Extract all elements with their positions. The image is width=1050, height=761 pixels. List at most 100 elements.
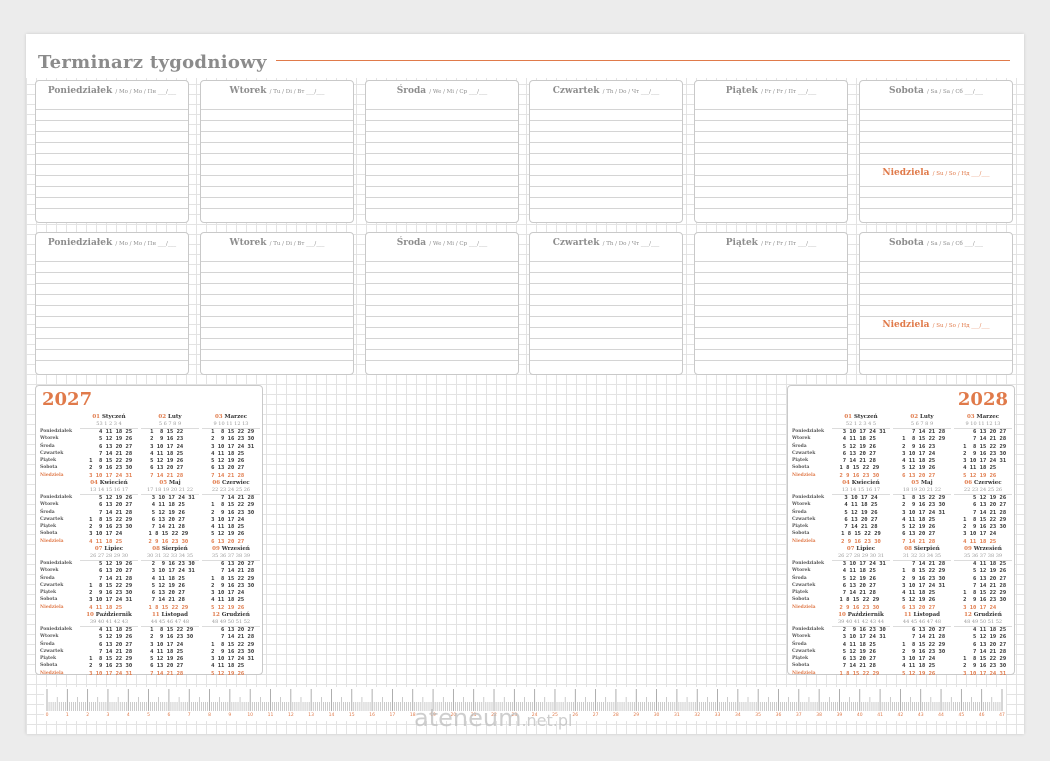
month-number: 10	[838, 612, 846, 618]
day-header: Sobota / Sa / Sa / Сб ___/___	[860, 85, 1012, 99]
weekday-label: Wtorek	[40, 436, 59, 442]
day-row: 3 10 17 24 31	[145, 568, 195, 575]
weekday-label: Wtorek	[792, 634, 811, 640]
weekday-label: Sobota	[40, 465, 58, 471]
weekday-label: Piątek	[792, 656, 809, 662]
day-date-field[interactable]: / Mo / Mo / Пн ___/___	[115, 241, 176, 247]
day-date-field[interactable]: / Th / Do / Чт ___/___	[603, 241, 660, 247]
weekday-label: Wtorek	[40, 568, 59, 574]
month-name: Wrzesień	[973, 546, 1002, 552]
day-row: 6 13 20 27	[959, 502, 1007, 509]
ruler-number: 8	[208, 713, 211, 718]
day-row: 7 14 21 28	[959, 582, 1007, 589]
day-box-2-2[interactable]: Wtorek / Tu / Di / Вт ___/___	[200, 232, 354, 375]
day-name: Poniedziałek	[47, 86, 113, 96]
day-row: 5 12 19 26	[959, 634, 1007, 641]
day-date-field[interactable]: / Tu / Di / Вт ___/___	[270, 89, 325, 95]
header: Terminarz tygodniowy	[26, 34, 1024, 78]
day-row: 2 9 16 23 30	[145, 561, 195, 567]
month-12: 12 Grudzień 48 49 50 51 52 6 13 20 27 7 1…	[202, 612, 260, 678]
day-row: 7 14 21 28	[207, 568, 255, 575]
day-row: 6 13 20 27	[898, 604, 946, 611]
day-row: 6 13 20 27	[836, 656, 886, 663]
weekday-label: Środa	[40, 509, 55, 515]
day-row: 6 13 20 27	[146, 663, 194, 670]
day-date-field[interactable]: / Tu / Di / Вт ___/___	[270, 241, 325, 247]
day-box-1-3[interactable]: Środa / We / Mi / Ср ___/___	[365, 80, 519, 223]
month-name: Luty	[919, 414, 934, 420]
day-box-2-3[interactable]: Środa / We / Mi / Ср ___/___	[365, 232, 519, 375]
day-box-1-6[interactable]: Sobota / Sa / Sa / Сб ___/___ Niedziela /…	[859, 80, 1013, 223]
month-03: 03 Marzec 9 10 11 12 13 1 8 15 22 29 2 9 …	[202, 414, 260, 480]
weekday-label: Czwartek	[40, 516, 64, 522]
week-numbers: 13 14 15 16 17	[832, 487, 890, 495]
day-box-1-4[interactable]: Czwartek / Th / Do / Чт ___/___	[529, 80, 683, 223]
month-title: 09 Wrzesień	[954, 546, 1012, 553]
week-numbers: 26 27 28 29 30 31	[832, 553, 890, 561]
ruler-number: 31	[674, 713, 680, 718]
day-name: Wtorek	[229, 86, 267, 96]
weekday-label: Niedziela	[40, 472, 64, 478]
day-row: 2 9 16 23 30	[898, 502, 946, 509]
weekday-label: Czwartek	[792, 516, 816, 522]
day-row: 7 14 21 28	[959, 648, 1007, 655]
weekday-label: Piątek	[40, 458, 57, 464]
day-row: 3 10 17 24 31	[898, 509, 946, 516]
day-row: 4 11 18 25	[898, 663, 946, 670]
month-name: Kwiecień	[99, 480, 128, 486]
day-row: 7 14 21 28	[146, 670, 194, 677]
month-name: Marzec	[224, 414, 248, 420]
day-header: Sobota / Sa / Sa / Сб ___/___	[860, 237, 1012, 251]
weekday-labels: Poniedziałek Wtorek Środa Czwartek Piątek Sob…	[792, 560, 824, 611]
month-name: Lipiec	[104, 546, 124, 552]
day-date-field[interactable]: / Th / Do / Чт ___/___	[603, 89, 660, 95]
day-date-field[interactable]: / Sa / Sa / Сб ___/___	[927, 241, 983, 247]
month-01: 01 Styczeń 53 1 2 3 4 4 11 18 25 5 12 19 …	[80, 414, 138, 480]
day-row: 5 12 19 26	[836, 575, 886, 582]
month-title: 01 Styczeń	[832, 414, 890, 421]
month-title: 03 Marzec	[202, 414, 260, 421]
day-date-field[interactable]: / Fr / Fr / Пт ___/___	[761, 89, 816, 95]
day-box-2-1[interactable]: Poniedziałek / Mo / Mo / Пн ___/___	[35, 232, 189, 375]
month-number: 02	[910, 414, 919, 420]
day-row: 4 11 18 25	[207, 597, 255, 604]
weekday-label: Piątek	[40, 590, 57, 596]
month-number: 07	[846, 546, 855, 552]
day-row: 1 8 15 22 29	[146, 627, 194, 633]
day-date-field[interactable]: / Sa / Sa / Сб ___/___	[927, 89, 983, 95]
month-name: Sierpień	[913, 546, 940, 552]
day-box-2-4[interactable]: Czwartek / Th / Do / Чт ___/___	[529, 232, 683, 375]
day-date-field[interactable]: / Mo / Mo / Пн ___/___	[115, 89, 176, 95]
day-date-field[interactable]: / Fr / Fr / Пт ___/___	[761, 241, 816, 247]
day-row: 5 12 19 26	[207, 670, 255, 677]
day-row: 2 9 16 23 30	[146, 634, 194, 641]
sunday-date-field[interactable]: / Su / So / Нд ___/___	[933, 323, 990, 329]
month-number: 10	[86, 612, 94, 618]
day-row: 1 8 15 22 29	[959, 656, 1007, 663]
day-row: 5 12 19 26	[146, 656, 194, 663]
month-name: Maj	[920, 480, 933, 486]
week-numbers: 48 49 50 51 52	[202, 619, 260, 627]
calendar-year: 2028	[957, 389, 1008, 410]
month-07: 07 Lipiec 26 27 28 29 30 31 3 10 17 24 31…	[832, 546, 890, 612]
day-date-field[interactable]: / We / Mi / Ср ___/___	[429, 241, 487, 247]
calendar-2028: 2028 Poniedziałek Wtorek Środa Czwartek Piąte…	[787, 385, 1015, 677]
ruler-number: 2	[86, 713, 90, 718]
month-01: 01 Styczeń 52 1 2 3 4 5 3 10 17 24 31 4 1…	[832, 414, 890, 480]
weekday-label: Niedziela	[792, 670, 816, 676]
day-row: 7 14 21 28	[959, 436, 1007, 443]
day-box-1-5[interactable]: Piątek / Fr / Fr / Пт ___/___	[694, 80, 848, 223]
week-numbers: 35 36 37 38 39	[954, 553, 1012, 561]
day-box-2-5[interactable]: Piątek / Fr / Fr / Пт ___/___	[694, 232, 848, 375]
day-box-1-1[interactable]: Poniedziałek / Mo / Mo / Пн ___/___	[35, 80, 189, 223]
day-row: 6 13 20 27	[959, 641, 1007, 648]
day-date-field[interactable]: / We / Mi / Ср ___/___	[429, 89, 487, 95]
day-row: 4 11 18 25	[837, 502, 885, 509]
day-row: 5 12 19 26	[85, 561, 133, 567]
day-row: 4 11 18 25	[959, 627, 1007, 633]
day-box-1-2[interactable]: Wtorek / Tu / Di / Вт ___/___	[200, 80, 354, 223]
sunday-date-field[interactable]: / Su / So / Нд ___/___	[933, 171, 990, 177]
day-row: 5 12 19 26	[959, 568, 1007, 575]
day-box-2-6[interactable]: Sobota / Sa / Sa / Сб ___/___ Niedziela /…	[859, 232, 1013, 375]
day-row: 6 13 20 27	[207, 465, 255, 472]
